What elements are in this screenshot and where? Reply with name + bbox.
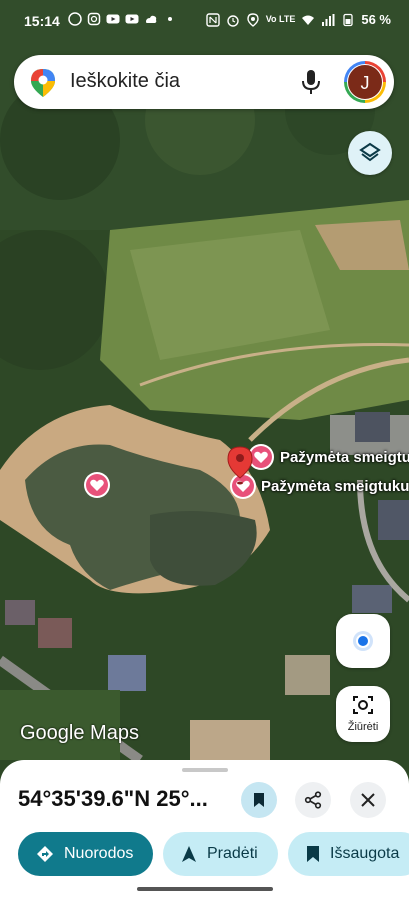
youtube-icon xyxy=(106,14,120,24)
volte-label: Vo LTE xyxy=(265,14,296,24)
gesture-nav-bar[interactable] xyxy=(137,887,273,891)
search-input[interactable]: Ieškokite čia xyxy=(70,70,180,93)
google-maps-attribution: Google Maps xyxy=(20,722,139,744)
status-bar: 15:14 Vo LTE 56 % xyxy=(0,0,409,42)
pin-label[interactable]: Pažymėta smeigtu xyxy=(280,449,409,466)
search-bar[interactable]: Ieškokite čia J xyxy=(14,55,394,109)
navigation-arrow-icon xyxy=(182,846,196,862)
dot-icon xyxy=(168,17,172,21)
instagram-icon xyxy=(87,12,101,26)
save-button[interactable] xyxy=(241,782,277,818)
weather-icon xyxy=(146,15,157,23)
share-button[interactable] xyxy=(295,782,331,818)
bookmark-icon xyxy=(307,846,319,862)
coordinates-title: 54°35'39.6"N 25°... xyxy=(18,786,208,811)
my-location-icon xyxy=(356,634,370,648)
lens-button[interactable]: Žiūrėti xyxy=(336,686,390,742)
directions-label: Nuorodos xyxy=(64,845,134,862)
youtube-icon xyxy=(125,14,139,24)
lens-label: Žiūrėti xyxy=(347,721,379,733)
signal-icon xyxy=(322,13,335,26)
battery-percent: 56 % xyxy=(361,12,391,27)
directions-button[interactable]: Nuorodos xyxy=(18,832,153,876)
share-icon xyxy=(304,791,322,809)
wifi-icon xyxy=(302,15,315,25)
battery-icon xyxy=(343,13,354,26)
alarm-icon xyxy=(226,14,239,27)
layers-icon xyxy=(359,142,381,162)
saved-place-heart-icon[interactable] xyxy=(84,472,110,498)
layers-button[interactable] xyxy=(348,131,392,175)
nfc-icon xyxy=(205,12,220,27)
close-icon xyxy=(361,793,375,807)
pin-label[interactable]: Pažymėta smeigtuku xyxy=(261,478,409,495)
directions-icon xyxy=(37,846,53,862)
microphone-icon[interactable] xyxy=(300,68,322,96)
camera-lens-icon xyxy=(353,696,373,714)
saved-label: Išsaugota xyxy=(330,845,400,862)
start-label: Pradėti xyxy=(207,845,258,862)
bookmark-icon xyxy=(254,793,264,807)
sheet-drag-handle[interactable] xyxy=(182,768,228,772)
dropped-pin-icon[interactable] xyxy=(227,446,253,486)
saved-button[interactable]: Išsaugota xyxy=(288,832,409,876)
avatar-letter: J xyxy=(347,64,383,100)
close-button[interactable] xyxy=(350,782,386,818)
place-bottom-sheet[interactable]: 54°35'39.6"N 25°... Nuorodos Pradėti Išs… xyxy=(0,760,409,900)
account-avatar[interactable]: J xyxy=(344,61,386,103)
start-button[interactable]: Pradėti xyxy=(163,832,278,876)
maps-logo-icon xyxy=(31,69,55,97)
whatsapp-icon xyxy=(68,12,82,26)
location-icon xyxy=(246,12,259,27)
status-time: 15:14 xyxy=(24,13,60,29)
my-location-button[interactable] xyxy=(336,614,390,668)
